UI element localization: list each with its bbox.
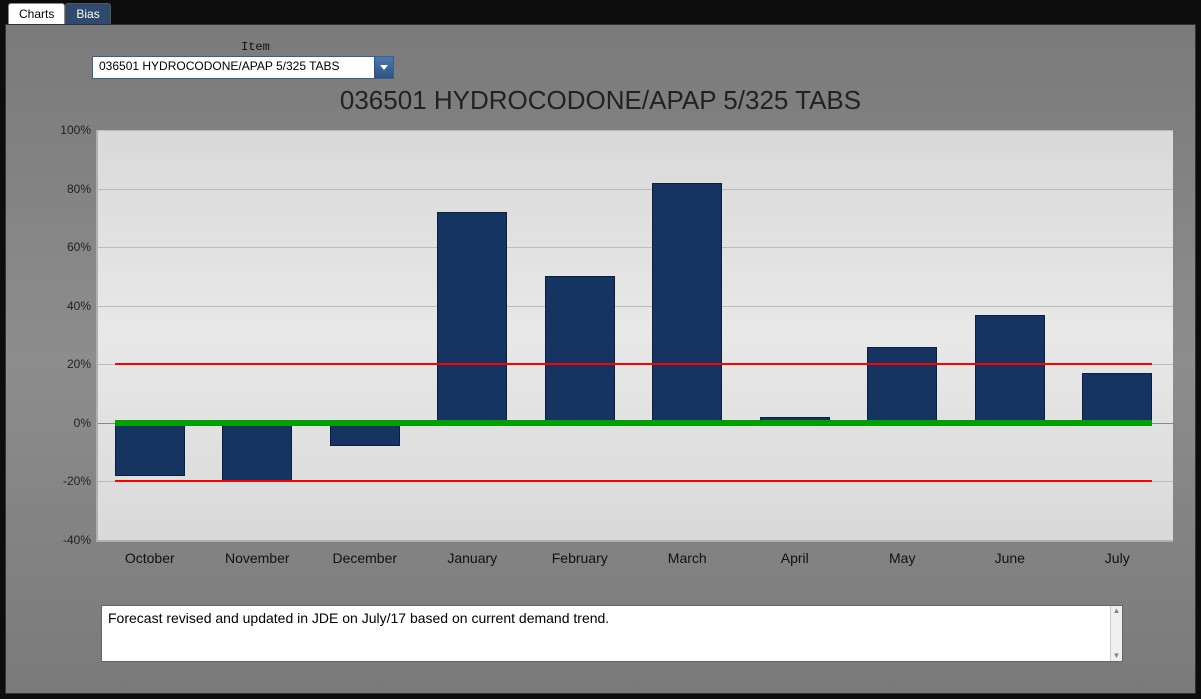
chevron-down-icon[interactable] xyxy=(374,57,393,78)
x-axis-tick: April xyxy=(745,550,845,566)
x-axis-tick: December xyxy=(315,550,415,566)
notes-scrollbar[interactable]: ▲ ▼ xyxy=(1110,606,1122,661)
item-label: Item xyxy=(241,40,270,54)
y-axis-tick: 60% xyxy=(31,240,91,254)
tab-charts[interactable]: Charts xyxy=(8,3,65,24)
ref-line-lower xyxy=(115,480,1153,482)
y-axis-tick: 80% xyxy=(31,182,91,196)
scroll-up-icon[interactable]: ▲ xyxy=(1113,606,1121,616)
y-axis-tick: 40% xyxy=(31,299,91,313)
item-dropdown-value: 036501 HYDROCODONE/APAP 5/325 TABS xyxy=(93,57,374,78)
bar-november xyxy=(222,423,292,482)
tab-strip: Charts Bias xyxy=(2,2,1199,24)
y-axis-tick: -40% xyxy=(31,533,91,547)
x-axis-tick: July xyxy=(1067,550,1167,566)
ref-line-upper xyxy=(115,363,1153,365)
gridline xyxy=(98,130,1173,131)
bar-december xyxy=(330,423,400,446)
gridline xyxy=(98,189,1173,190)
bar-march xyxy=(652,183,722,423)
chart-title: 036501 HYDROCODONE/APAP 5/325 TABS xyxy=(6,85,1195,116)
x-axis-tick: November xyxy=(207,550,307,566)
bar-june xyxy=(975,315,1045,423)
x-axis-tick: February xyxy=(530,550,630,566)
y-axis-tick: 0% xyxy=(31,416,91,430)
notes-text: Forecast revised and updated in JDE on J… xyxy=(102,606,1110,661)
x-axis-tick: March xyxy=(637,550,737,566)
bar-july xyxy=(1082,373,1152,423)
tab-bias[interactable]: Bias xyxy=(65,3,110,24)
y-axis-tick: -20% xyxy=(31,474,91,488)
item-dropdown[interactable]: 036501 HYDROCODONE/APAP 5/325 TABS xyxy=(92,56,394,79)
x-axis-tick: June xyxy=(960,550,1060,566)
bar-october xyxy=(115,423,185,476)
scroll-down-icon[interactable]: ▼ xyxy=(1113,651,1121,661)
y-axis-tick: 100% xyxy=(31,123,91,137)
bar-february xyxy=(545,276,615,422)
x-axis-tick: October xyxy=(100,550,200,566)
gridline xyxy=(98,247,1173,248)
y-axis-tick: 20% xyxy=(31,357,91,371)
x-axis-tick: May xyxy=(852,550,952,566)
bar-may xyxy=(867,347,937,423)
x-axis-tick: January xyxy=(422,550,522,566)
bar-january xyxy=(437,212,507,423)
content-panel: Item 036501 HYDROCODONE/APAP 5/325 TABS … xyxy=(5,24,1196,694)
ref-line-zero xyxy=(115,420,1153,426)
notes-textarea[interactable]: Forecast revised and updated in JDE on J… xyxy=(101,605,1123,662)
bias-chart: 100% 80% 60% 40% 20% 0% -20% -40% October Novembe… xyxy=(26,125,1176,595)
gridline xyxy=(98,306,1173,307)
